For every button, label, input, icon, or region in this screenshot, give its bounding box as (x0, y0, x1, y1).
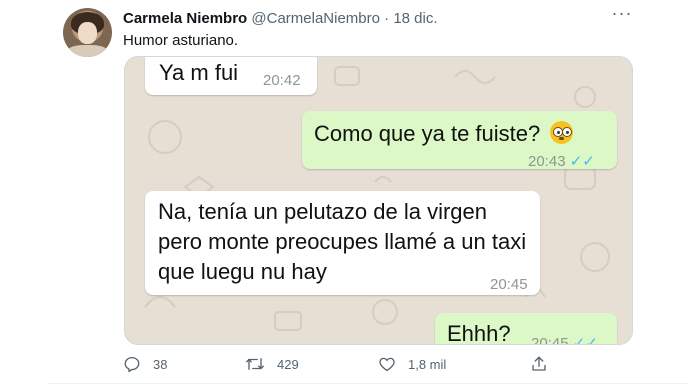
retweet-button[interactable]: 429 (245, 355, 299, 373)
reply-icon (124, 356, 140, 373)
read-ticks-icon: ✓✓ (572, 335, 598, 345)
more-dots-icon[interactable]: ··· (610, 4, 634, 26)
header-separator: · (384, 10, 390, 27)
message-text-wrap: Como que ya te fuiste? (314, 119, 574, 149)
reply-count: 38 (153, 356, 168, 372)
author-avatar[interactable] (63, 8, 112, 57)
message-time: 20:45 (490, 276, 528, 293)
chat-message-outgoing: Ehhh? 20:45 ✓✓ (435, 313, 617, 345)
chat-message-incoming: Ya m fui 20:42 (145, 57, 317, 95)
tweet-media-image[interactable]: Ya m fui 20:42 Como que ya te fuiste? 20… (124, 56, 633, 345)
share-button[interactable] (530, 355, 548, 373)
chat-message-incoming: Na, tenía un pelutazo de la virgen pero … (145, 191, 540, 295)
tweet-date[interactable]: 18 dic. (393, 10, 437, 27)
tweet-divider (48, 383, 688, 384)
tweet-text: Humor asturiano. (123, 32, 239, 49)
tweet-header: Carmela Niembro @CarmelaNiembro · 18 dic… (123, 10, 438, 27)
retweet-icon (246, 358, 264, 370)
like-button[interactable]: 1,8 mil (378, 355, 446, 373)
like-count: 1,8 mil (408, 356, 447, 372)
read-ticks-icon: ✓✓ (569, 153, 595, 170)
message-text: Na, tenía un pelutazo de la virgen pero … (158, 199, 527, 284)
message-time: 20:45 (531, 335, 569, 345)
message-text: Ya m fui (159, 60, 239, 85)
message-time: 20:42 (263, 72, 301, 89)
author-name[interactable]: Carmela Niembro (123, 10, 247, 27)
retweet-count: 429 (277, 356, 299, 372)
tweet-actions: 38 429 1,8 mil (123, 355, 683, 375)
like-icon (379, 357, 395, 372)
message-text: Ehhh? (447, 321, 511, 345)
message-text: Como que ya te fuiste? (314, 121, 541, 146)
message-time: 20:43 (528, 153, 566, 170)
message-time-wrap: 20:43 ✓✓ (528, 147, 595, 177)
message-time-wrap: 20:45 ✓✓ (531, 329, 598, 345)
share-icon (532, 356, 546, 371)
reply-button[interactable]: 38 (123, 355, 167, 373)
author-handle[interactable]: @CarmelaNiembro (251, 10, 380, 27)
flushed-face-emoji (550, 121, 574, 144)
chat-message-outgoing: Como que ya te fuiste? 20:43 ✓✓ (302, 111, 617, 170)
